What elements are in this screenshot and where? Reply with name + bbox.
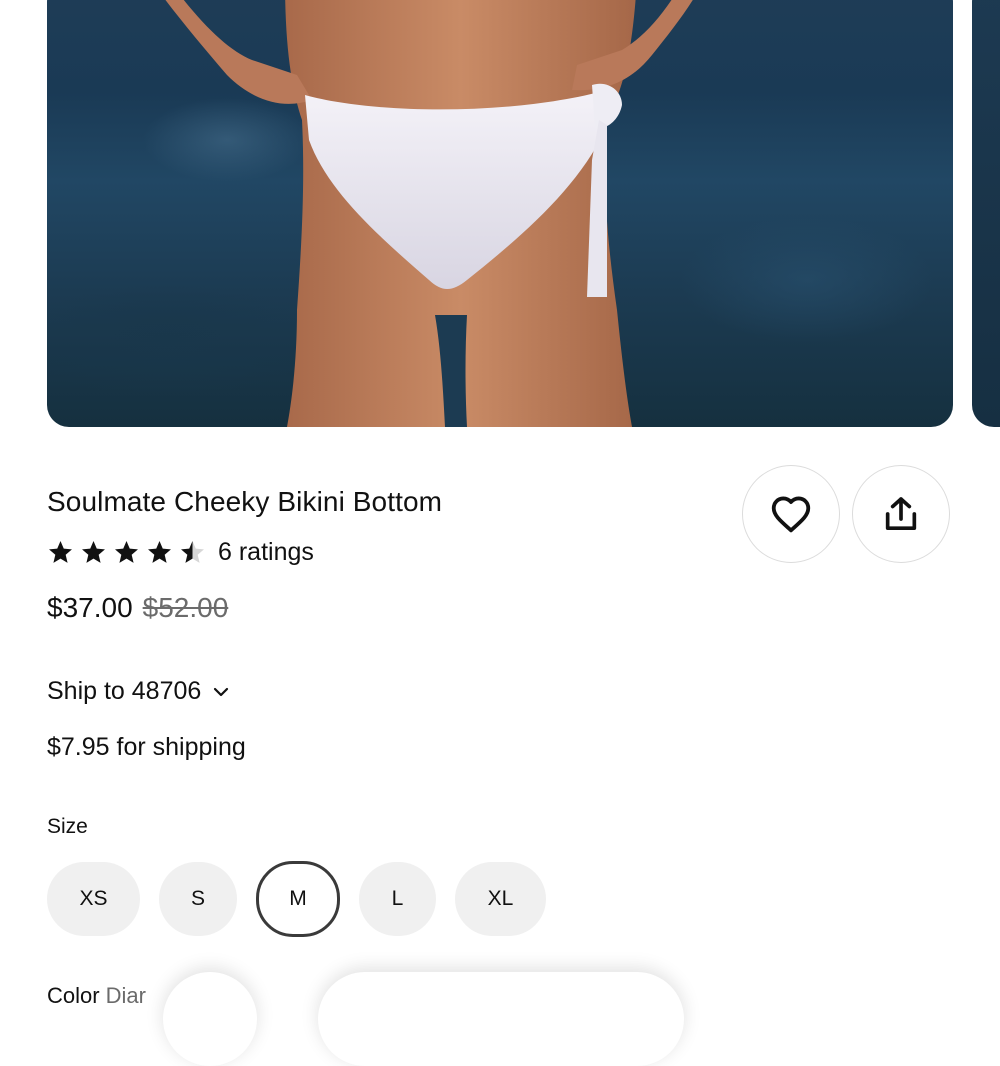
- size-option-l[interactable]: L: [359, 862, 436, 936]
- ship-to-selector[interactable]: Ship to 48706: [47, 677, 229, 706]
- ratings-count: 6 ratings: [218, 537, 314, 566]
- star-rating: [47, 539, 206, 566]
- next-image-peek[interactable]: [972, 0, 1000, 427]
- add-to-bag-button[interactable]: [318, 972, 684, 1066]
- chevron-down-icon: [214, 687, 229, 696]
- star-icon: [148, 540, 171, 563]
- ship-to-label: Ship to 48706: [47, 677, 202, 705]
- favorite-button[interactable]: [742, 465, 840, 563]
- star-icon: [181, 540, 204, 563]
- heart-icon: [771, 496, 811, 533]
- shipping-cost: $7.95 for shipping: [47, 733, 246, 761]
- share-icon: [885, 497, 917, 530]
- size-option-s[interactable]: S: [159, 862, 237, 936]
- star-icon: [115, 540, 138, 563]
- price-block: $37.00 $52.00: [47, 592, 228, 624]
- size-label: Size: [47, 815, 88, 838]
- color-label: Color: [47, 983, 100, 1008]
- share-button[interactable]: [852, 465, 950, 563]
- floating-action-button[interactable]: [163, 972, 257, 1066]
- size-option-m[interactable]: M: [256, 861, 340, 937]
- star-icon: [82, 540, 105, 563]
- product-title: Soulmate Cheeky Bikini Bottom: [47, 486, 443, 517]
- color-row: Color Diar: [47, 983, 146, 1009]
- size-option-xl[interactable]: XL: [455, 862, 546, 936]
- original-price: $52.00: [142, 592, 229, 623]
- rating-summary[interactable]: 6 ratings: [47, 536, 314, 568]
- star-icon: [49, 540, 72, 563]
- product-photo: [165, 0, 693, 427]
- size-option-xs[interactable]: XS: [47, 862, 140, 936]
- color-value: Diar: [105, 983, 146, 1008]
- product-image[interactable]: [47, 0, 953, 427]
- current-price: $37.00: [47, 592, 133, 623]
